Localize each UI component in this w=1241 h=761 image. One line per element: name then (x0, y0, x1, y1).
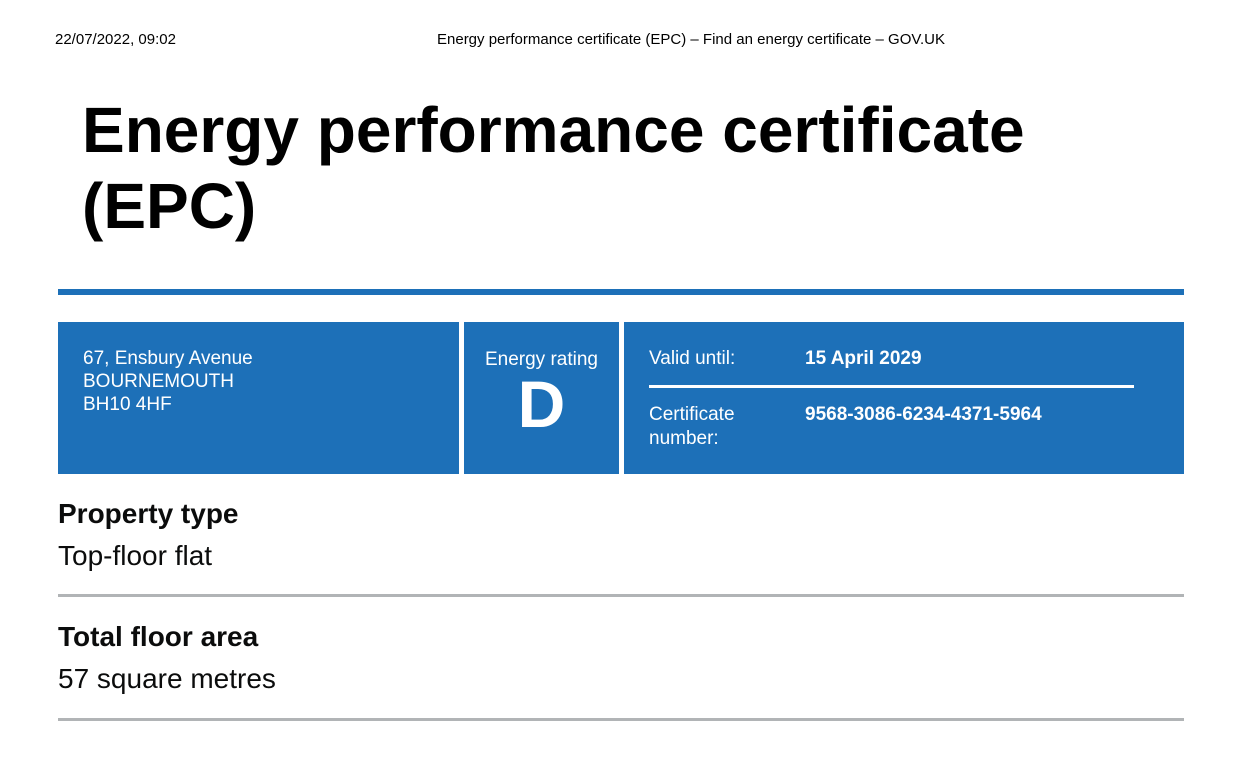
address-postcode: BH10 4HF (83, 394, 172, 415)
valid-until-label: Valid until: (649, 348, 736, 369)
valid-until-value: 15 April 2029 (805, 348, 922, 369)
floor-area-value: 57 square metres (58, 663, 276, 694)
certificate-details-box: Valid until: 15 April 2029 Certificate n… (624, 322, 1184, 474)
page-title: Energy performance certificate (EPC) (82, 94, 1025, 242)
address-line-1: 67, Ensbury Avenue (83, 348, 253, 369)
energy-rating-box: Energy rating D (464, 322, 619, 474)
title-divider (58, 289, 1184, 295)
energy-rating-value: D (517, 367, 566, 441)
print-header: 22/07/2022, 09:02 Energy performance cer… (0, 31, 1241, 51)
property-type-value: Top-floor flat (58, 540, 213, 571)
address-box: 67, Ensbury Avenue BOURNEMOUTH BH10 4HF (58, 322, 459, 474)
print-datetime: 22/07/2022, 09:02 (55, 31, 176, 48)
floor-area-section: Total floor area 57 square metres (58, 621, 1184, 695)
epc-summary: 67, Ensbury Avenue BOURNEMOUTH BH10 4HF … (58, 322, 1184, 474)
print-page-title: Energy performance certificate (EPC) – F… (437, 31, 946, 48)
property-type-heading: Property type (58, 498, 239, 529)
section-divider (58, 718, 1184, 721)
valid-until-row: Valid until: 15 April 2029 (649, 347, 1134, 388)
certificate-number-row: Certificate number: 9568-3086-6234-4371-… (649, 403, 1159, 451)
floor-area-heading: Total floor area (58, 621, 259, 652)
section-divider (58, 594, 1184, 597)
certificate-number-label: Certificate number: (649, 404, 735, 449)
address-town: BOURNEMOUTH (83, 371, 234, 392)
property-type-section: Property type Top-floor flat (58, 498, 1184, 572)
certificate-number-value: 9568-3086-6234-4371-5964 (805, 404, 1042, 425)
